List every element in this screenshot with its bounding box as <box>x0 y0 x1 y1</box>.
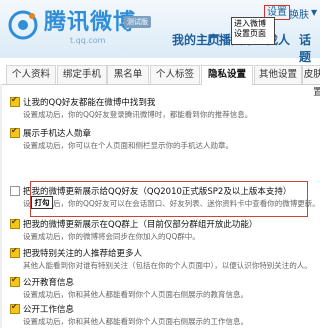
option-desc: 设置成功后，你和其他人都能看到你个人页面右侧展示的工作信息。 <box>23 317 248 326</box>
top-header: 腾讯微博 t.qq.com 测试版 设置 换肤 ▼ 我的主页 广播大厅 ▾ 找人… <box>0 0 320 64</box>
option-title: 把我的微博更新展示在QQ群上（目前仅部分群组开放此功能） <box>23 220 258 230</box>
checkbox[interactable] <box>10 246 20 258</box>
option-title: 让我的QQ好友都能在微博中找到我 <box>23 98 156 108</box>
checkbox[interactable] <box>10 95 20 107</box>
checkbox[interactable] <box>10 275 20 287</box>
chevron-down-icon[interactable]: ▼ <box>311 8 317 17</box>
checkbox[interactable] <box>10 217 20 229</box>
tick-annotation: 打勾 <box>31 196 53 209</box>
tab-blacklist[interactable]: 黑名单 <box>107 65 149 84</box>
checkbox[interactable] <box>10 302 20 314</box>
option-title: 公开教育信息 <box>23 278 75 288</box>
option-desc: 设置成功后，你和其他人都能看到你个人页面右侧展示的教育信息。 <box>23 290 248 299</box>
brand-domain: t.qq.com <box>70 36 106 45</box>
tab-bind-phone[interactable]: 绑定手机 <box>57 65 107 84</box>
settings-tab-bar: 个人资料 绑定手机 黑名单 个人标签 隐私设置 其他设置 皮肤设置 <box>0 64 320 98</box>
option-desc: 设置成功后，你的微博将会同步在你加入的QQ群中。 <box>23 232 200 241</box>
weibo-logo-icon <box>8 10 38 40</box>
beta-badge: 测试版 <box>124 16 151 28</box>
checkbox[interactable] <box>10 186 20 196</box>
tab-privacy-settings[interactable]: 隐私设置 <box>201 65 253 85</box>
tab-other-settings[interactable]: 其他设置 <box>254 65 302 84</box>
annotation-callout: 进入微博设置页面 <box>231 17 275 45</box>
option-desc: 其他人能看到你对谁有特别关注（包括在你的个人页面中），以便认识你特别关注的人。 <box>23 261 312 270</box>
brand-name[interactable]: 腾讯微博 <box>44 10 136 34</box>
tab-profile[interactable]: 个人资料 <box>6 65 56 84</box>
highlight-frame <box>30 181 308 217</box>
option-desc: 设置成功后，你的QQ好友登录腾讯微博时，都能看到你的推荐信息。 <box>23 110 253 119</box>
option-desc: 设置成功后，你可以在个人页面和侧栏显示你的手机达人勋章。 <box>23 141 233 150</box>
skin-link[interactable]: 换肤 <box>289 6 309 21</box>
tab-personal-tags[interactable]: 个人标签 <box>150 65 200 84</box>
option-title: 公开工作信息 <box>23 305 75 315</box>
checkbox[interactable] <box>10 126 20 138</box>
left-rail <box>0 84 2 328</box>
nav-topics[interactable]: 话题 <box>299 31 320 65</box>
tab-skin-settings[interactable]: 皮肤设置 <box>302 65 320 98</box>
option-title: 展示手机达人勋章 <box>23 129 92 139</box>
option-title: 把我特别关注的人推荐给更多人 <box>23 249 143 259</box>
